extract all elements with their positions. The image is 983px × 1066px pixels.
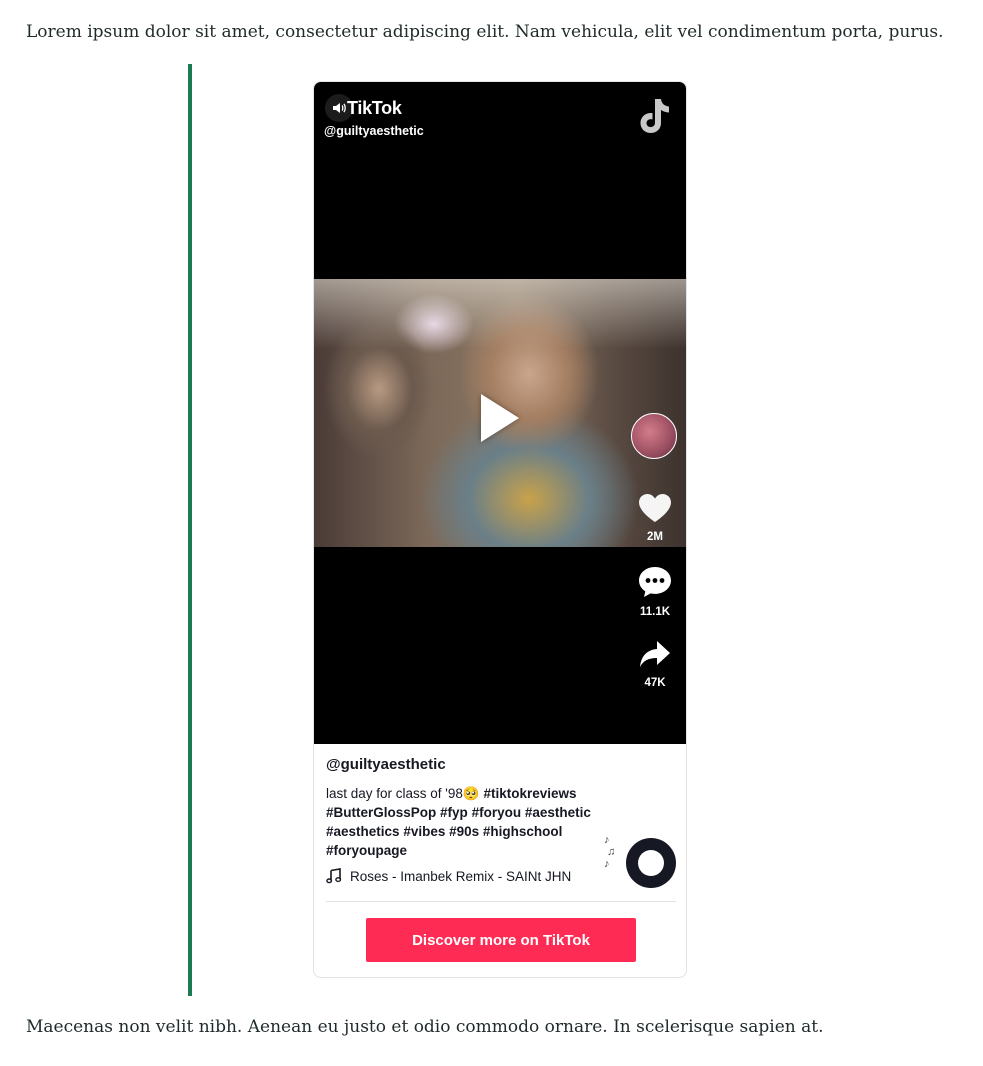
music-note-icon (326, 868, 342, 884)
like-action[interactable]: 2M (632, 492, 678, 543)
hashtag[interactable]: #fyp (440, 805, 468, 820)
share-count: 47K (644, 677, 666, 689)
sound-link[interactable]: Roses - Imanbek Remix - SAINt JHN (326, 868, 571, 884)
divider (326, 901, 676, 902)
hashtag[interactable]: #aesthetic (525, 805, 591, 820)
sound-title[interactable]: Roses - Imanbek Remix - SAINt JHN (350, 869, 571, 884)
avatar[interactable] (631, 413, 677, 459)
tiktok-brand-text: TikTok (347, 97, 402, 118)
music-disc-center (638, 850, 664, 876)
comment-icon[interactable] (637, 565, 673, 599)
comment-count: 11.1K (639, 606, 671, 618)
hashtag[interactable]: #foryoupage (326, 843, 407, 858)
tiktok-embed: TikTok @guiltyaesthetic 2M 11.1K 47K @gu… (313, 81, 687, 978)
hashtag[interactable]: #highschool (483, 824, 563, 839)
tiktok-logo-row: TikTok (325, 94, 402, 122)
blockquote-bar (188, 64, 192, 996)
hashtag[interactable]: #aesthetics (326, 824, 400, 839)
tiktok-logo-icon[interactable] (636, 96, 672, 136)
floating-notes-icon: ♪ ♫ ♪ (604, 834, 616, 870)
comment-action[interactable]: 11.1K (632, 565, 678, 618)
share-icon[interactable] (637, 638, 673, 670)
music-disc-icon[interactable] (626, 838, 676, 888)
video-player[interactable]: TikTok @guiltyaesthetic 2M 11.1K 47K (314, 82, 686, 744)
video-caption: last day for class of '98🥺 #tiktokreview… (326, 784, 596, 860)
author-handle[interactable]: @guiltyaesthetic (326, 756, 446, 773)
hashtag[interactable]: #tiktokreviews (483, 786, 576, 801)
video-background-band (314, 279, 686, 349)
discover-more-button[interactable]: Discover more on TikTok (366, 918, 636, 962)
player-handle[interactable]: @guiltyaesthetic (324, 124, 424, 138)
hashtag[interactable]: #vibes (403, 824, 445, 839)
share-action[interactable]: 47K (632, 638, 678, 689)
article-paragraph-bottom: Maecenas non velit nibh. Aenean eu justo… (26, 1017, 824, 1037)
like-count: 2M (647, 531, 663, 543)
hashtag[interactable]: #90s (449, 824, 479, 839)
article-paragraph-top: Lorem ipsum dolor sit amet, consectetur … (26, 22, 944, 42)
hashtag[interactable]: #foryou (472, 805, 522, 820)
heart-icon[interactable] (637, 492, 673, 524)
caption-text: last day for class of '98🥺 (326, 786, 480, 801)
hashtag[interactable]: #ButterGlossPop (326, 805, 436, 820)
play-icon[interactable] (481, 394, 519, 442)
